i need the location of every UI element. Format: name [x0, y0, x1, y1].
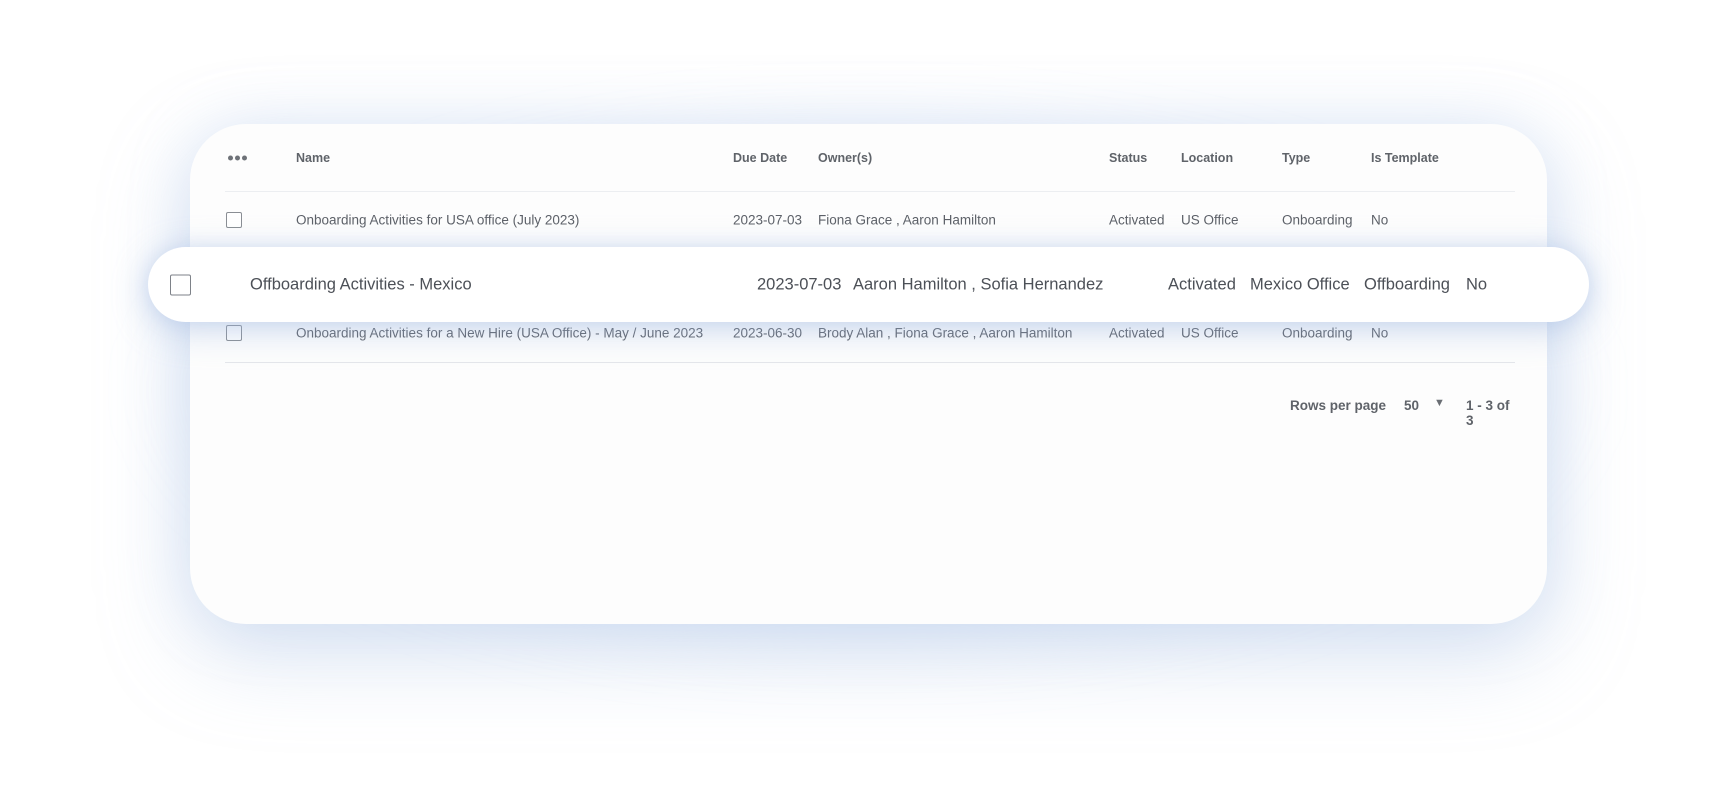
- rows-per-page-select[interactable]: 50: [1404, 398, 1419, 413]
- column-header-type[interactable]: Type: [1282, 151, 1310, 165]
- cell-name[interactable]: Onboarding Activities for USA office (Ju…: [296, 212, 579, 227]
- cell-owners: Brody Alan , Fiona Grace , Aaron Hamilto…: [818, 325, 1073, 341]
- column-header-due-date[interactable]: Due Date: [733, 151, 787, 165]
- cell-owners: Aaron Hamilton , Sofia Hernandez: [853, 275, 1104, 293]
- row-checkbox[interactable]: [226, 325, 242, 341]
- cell-location: Mexico Office: [1250, 275, 1350, 293]
- cell-name[interactable]: Offboarding Activities - Mexico: [250, 275, 472, 294]
- more-horizontal-icon[interactable]: [228, 155, 247, 160]
- table-header-row: Name Due Date Owner(s) Status Location T…: [225, 124, 1515, 192]
- table-row[interactable]: Onboarding Activities for USA office (Ju…: [225, 192, 1515, 248]
- column-header-location[interactable]: Location: [1181, 151, 1233, 165]
- cell-is-template: No: [1371, 212, 1389, 227]
- cell-type: Onboarding: [1282, 325, 1353, 341]
- cell-status: Activated: [1168, 275, 1236, 293]
- cell-is-template: No: [1466, 275, 1488, 293]
- column-header-is-template[interactable]: Is Template: [1371, 151, 1439, 165]
- highlighted-table-row[interactable]: Offboarding Activities - Mexico 2023-07-…: [148, 247, 1589, 322]
- cell-due-date: 2023-07-03: [757, 275, 842, 293]
- caret-down-icon[interactable]: ▼: [1434, 397, 1445, 409]
- cell-status: Activated: [1109, 325, 1165, 341]
- column-header-status[interactable]: Status: [1109, 151, 1147, 165]
- cell-location: US Office: [1181, 212, 1239, 227]
- column-header-name[interactable]: Name: [296, 151, 330, 165]
- row-checkbox[interactable]: [226, 211, 242, 228]
- cell-location: US Office: [1181, 325, 1239, 341]
- column-header-owners[interactable]: Owner(s): [818, 151, 872, 165]
- cell-is-template: No: [1371, 325, 1389, 341]
- cell-due-date: 2023-07-03: [733, 212, 803, 227]
- row-checkbox[interactable]: [170, 274, 191, 295]
- activities-table-card: Name Due Date Owner(s) Status Location T…: [190, 124, 1547, 624]
- cell-due-date: 2023-06-30: [733, 325, 803, 341]
- cell-owners: Fiona Grace , Aaron Hamilton: [818, 212, 996, 227]
- cell-type: Onboarding: [1282, 212, 1353, 227]
- pagination-range: 1 - 3 of 3: [1466, 398, 1510, 428]
- rows-per-page-label: Rows per page: [1290, 398, 1387, 413]
- cell-status: Activated: [1109, 212, 1165, 227]
- cell-type: Offboarding: [1364, 275, 1450, 293]
- cell-name[interactable]: Onboarding Activities for a New Hire (US…: [296, 326, 703, 341]
- pagination-bar: Rows per page 50 ▼ 1 - 3 of 3: [225, 394, 1515, 428]
